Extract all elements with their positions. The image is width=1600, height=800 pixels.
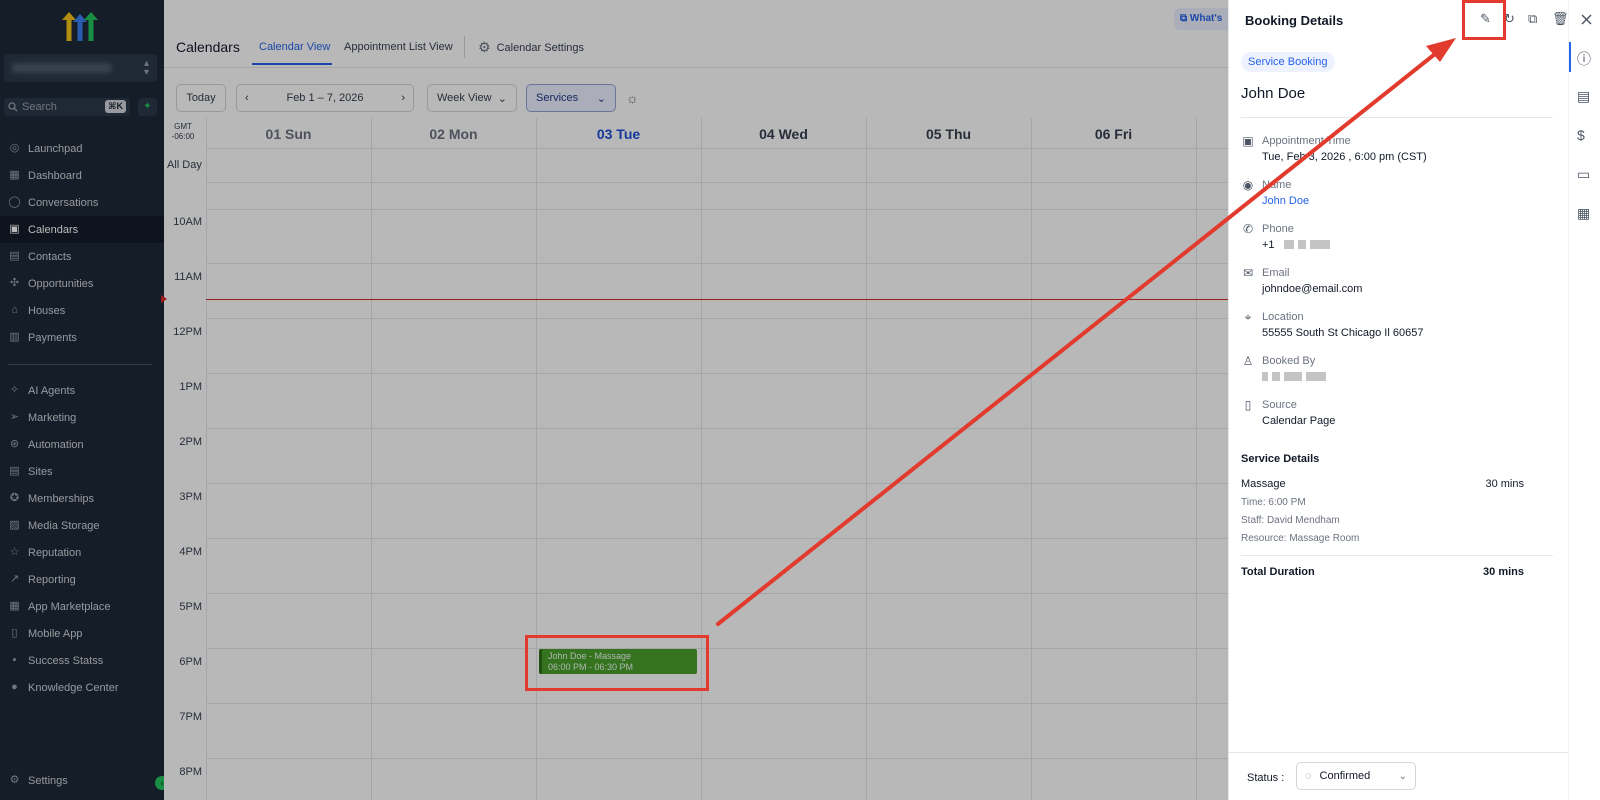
user-icon: ♙: [1242, 354, 1254, 368]
field-label: Appointment Time: [1262, 135, 1351, 147]
field-label: Email: [1262, 267, 1290, 279]
redacted-phone: [1284, 240, 1330, 249]
field-label: Location: [1262, 311, 1304, 323]
active-rail-indicator: [1569, 42, 1571, 72]
booking-type-badge: Service Booking: [1241, 52, 1335, 72]
annotation-highlight-edit: [1462, 0, 1506, 40]
field-value: 55555 South St Chicago Il 60657: [1262, 327, 1424, 339]
status-bar: Status : ◌ Confirmed ⌄: [1229, 752, 1569, 800]
dollar-icon[interactable]: $: [1577, 127, 1585, 143]
calendar-icon: ▣: [1242, 134, 1254, 148]
panel-tab-rail: ⓘ ▤ $ ▭ ▦: [1568, 0, 1600, 800]
panel-title: Booking Details: [1245, 13, 1344, 28]
check-circle-icon: ◌: [1305, 770, 1312, 782]
field-value: Tue, Feb 3, 2026 , 6:00 pm (CST): [1262, 151, 1427, 163]
total-duration-label: Total Duration: [1241, 566, 1315, 578]
field-label: Source: [1262, 399, 1297, 411]
mobile-icon: ▯: [1244, 398, 1252, 412]
delete-icon[interactable]: 🗑: [1552, 11, 1569, 27]
mail-icon: ✉: [1242, 266, 1254, 280]
form-icon[interactable]: ▦: [1577, 205, 1590, 222]
chat-icon[interactable]: ▭: [1577, 166, 1590, 183]
notes-icon[interactable]: ▤: [1577, 88, 1590, 105]
field-label: Phone: [1262, 223, 1294, 235]
field-value: johndoe@email.com: [1262, 283, 1363, 295]
field-value: +1: [1262, 239, 1275, 251]
total-duration-value: 30 mins: [1483, 566, 1524, 578]
close-icon[interactable]: [1581, 14, 1592, 25]
field-label: Name: [1262, 179, 1292, 191]
map-pin-icon: ⌖: [1244, 310, 1252, 324]
user-circle-icon: ◉: [1242, 178, 1254, 192]
divider: [1241, 117, 1553, 118]
status-value: Confirmed: [1319, 770, 1371, 782]
field-label: Booked By: [1262, 355, 1316, 367]
annotation-highlight-event: [525, 635, 709, 691]
service-duration: 30 mins: [1485, 478, 1524, 490]
service-name: Massage: [1241, 478, 1286, 490]
chevron-down-icon: ⌄: [1398, 770, 1407, 782]
field-value: Calendar Page: [1262, 415, 1336, 427]
divider: [1241, 555, 1553, 556]
service-staff: Staff: David Mendham: [1241, 515, 1340, 526]
service-resource: Resource: Massage Room: [1241, 533, 1360, 544]
status-label: Status :: [1247, 772, 1285, 784]
redacted-booked-by: [1262, 372, 1326, 381]
contact-name-title: John Doe: [1241, 85, 1306, 102]
service-details-title: Service Details: [1241, 453, 1320, 465]
info-icon[interactable]: ⓘ: [1577, 49, 1591, 69]
service-time: Time: 6:00 PM: [1241, 497, 1306, 508]
copy-icon[interactable]: ⧉: [1528, 11, 1537, 27]
booking-details-panel: Booking Details ✎ ↻ ⧉ 🗑 Service Booking …: [1228, 0, 1569, 800]
contact-link[interactable]: John Doe: [1262, 195, 1309, 207]
status-select[interactable]: ◌ Confirmed ⌄: [1296, 762, 1416, 790]
phone-icon: ✆: [1242, 222, 1254, 236]
